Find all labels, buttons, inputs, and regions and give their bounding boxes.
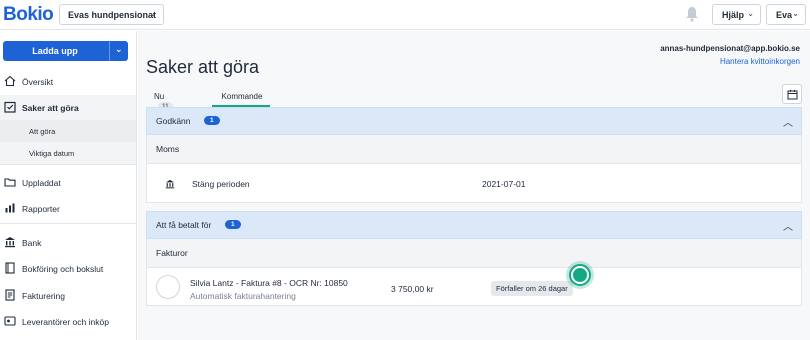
calendar-icon <box>787 90 798 100</box>
tab-label: Nu <box>154 92 165 101</box>
sidebar-item-oversikt[interactable]: Översikt <box>0 69 136 94</box>
sidebar-item-fakturering[interactable]: Fakturering <box>0 283 136 308</box>
section-godkann-header[interactable]: Godkänn 1 ︿ <box>146 107 802 135</box>
main-content: annas-hundpensionat@app.bokio.se Hantera… <box>138 31 810 340</box>
avatar <box>156 275 180 299</box>
bokio-logo[interactable]: Bokio <box>3 4 54 26</box>
sidebar-subitem-viktiga-datum[interactable]: Viktiga datum <box>0 142 136 164</box>
sidebar-item-leverantorer[interactable]: Leverantörer och inköp <box>0 309 136 334</box>
bell-icon[interactable] <box>685 6 699 22</box>
help-label: Hjälp <box>722 10 745 20</box>
manage-inbox-link[interactable]: Hantera kvittoinkorgen <box>720 57 800 66</box>
tab-kommande[interactable]: Kommande <box>212 89 272 109</box>
sidebar: Ladda upp ⌄ Översikt Saker att göra Att … <box>0 31 137 340</box>
sidebar-item-label: Leverantörer och inköp <box>22 316 109 327</box>
page-title: Saker att göra <box>146 57 260 77</box>
checklist-icon <box>4 101 16 113</box>
bank-icon <box>5 237 15 248</box>
sidebar-item-saker-att-gora[interactable]: Saker att göra <box>0 95 136 120</box>
sidebar-item-label: Bokföring och bokslut <box>22 263 104 274</box>
section-title: Att få betalt för <box>156 220 212 230</box>
chevron-up-icon[interactable]: ︿ <box>783 218 793 233</box>
sidebar-item-label: Uppladdat <box>22 177 61 188</box>
home-icon <box>4 75 16 87</box>
sidebar-subitem-label: Viktiga datum <box>29 148 75 158</box>
sidebar-subitem-label: Att göra <box>29 126 56 136</box>
calendar-settings-button[interactable] <box>782 84 802 104</box>
task-row[interactable]: Stäng perioden 2021-07-01 <box>146 163 802 203</box>
section-count-badge: 1 <box>225 220 241 229</box>
sidebar-item-label: Bank <box>22 237 42 248</box>
section-count-badge: 1 <box>204 116 220 125</box>
group-label-fakturor: Fakturor <box>146 239 802 267</box>
chevron-down-icon[interactable]: ⌄ <box>115 44 123 55</box>
upload-button[interactable]: Ladda upp ⌄ <box>3 41 128 61</box>
status-badge: Förfaller om 26 dagar <box>491 281 573 296</box>
sidebar-item-bank[interactable]: Bank <box>0 230 136 255</box>
user-label: Eva <box>776 10 793 20</box>
invoice-subtitle: Automatisk fakturahantering <box>190 291 296 301</box>
invoice-icon <box>5 289 15 301</box>
sidebar-subitem-att-gora[interactable]: Att göra <box>0 120 136 142</box>
top-bar: Bokio Evas hundpensionat ⌄ Hjälp ⌄ Eva ⌄ <box>0 0 810 30</box>
chevron-down-icon: ⌄ <box>149 9 156 18</box>
sidebar-item-label: Rapporter <box>22 203 60 214</box>
book-icon <box>5 262 15 274</box>
group-label-moms: Moms <box>146 135 802 163</box>
upload-divider <box>109 41 110 61</box>
chevron-down-icon: ⌄ <box>792 9 799 18</box>
bank-icon <box>165 179 175 189</box>
inbox-email: annas-hundpensionat@app.bokio.se <box>660 44 800 53</box>
tab-nu[interactable]: Nu11 <box>154 89 173 111</box>
task-date: 2021-07-01 <box>482 179 526 189</box>
invoice-amount: 3 750,00 kr <box>391 284 434 294</box>
company-name: Evas hundpensionat <box>68 10 157 20</box>
section-title: Godkänn <box>156 116 191 126</box>
sidebar-item-label: Översikt <box>22 76 54 87</box>
folder-icon <box>4 178 16 187</box>
sidebar-item-label: Saker att göra <box>22 102 79 113</box>
chevron-down-icon: ⌄ <box>747 9 754 18</box>
company-selector[interactable]: Evas hundpensionat ⌄ <box>59 4 164 25</box>
sidebar-item-label: Fakturering <box>22 290 65 301</box>
invoice-row[interactable]: Silvia Lantz - Faktura #8 - OCR Nr: 1085… <box>146 267 802 306</box>
user-menu[interactable]: Eva ⌄ <box>766 4 806 25</box>
task-label: Stäng perioden <box>192 179 250 189</box>
tab-label: Kommande <box>221 92 263 101</box>
sidebar-item-uppladdat[interactable]: Uppladdat <box>0 170 136 195</box>
sidebar-divider <box>0 223 136 224</box>
sidebar-divider <box>0 164 136 165</box>
supplier-icon <box>4 316 16 326</box>
click-indicator-dot <box>573 268 587 282</box>
sidebar-item-bokforing[interactable]: Bokföring och bokslut <box>0 256 136 281</box>
upload-label: Ladda upp <box>32 46 78 56</box>
chart-icon <box>5 203 15 213</box>
chevron-up-icon[interactable]: ︿ <box>783 114 793 129</box>
invoice-title: Silvia Lantz - Faktura #8 - OCR Nr: 1085… <box>190 278 348 288</box>
help-menu[interactable]: Hjälp ⌄ <box>712 4 761 25</box>
section-betalt-header[interactable]: Att få betalt för 1 ︿ <box>146 211 802 239</box>
sidebar-item-rapporter[interactable]: Rapporter <box>0 196 136 221</box>
